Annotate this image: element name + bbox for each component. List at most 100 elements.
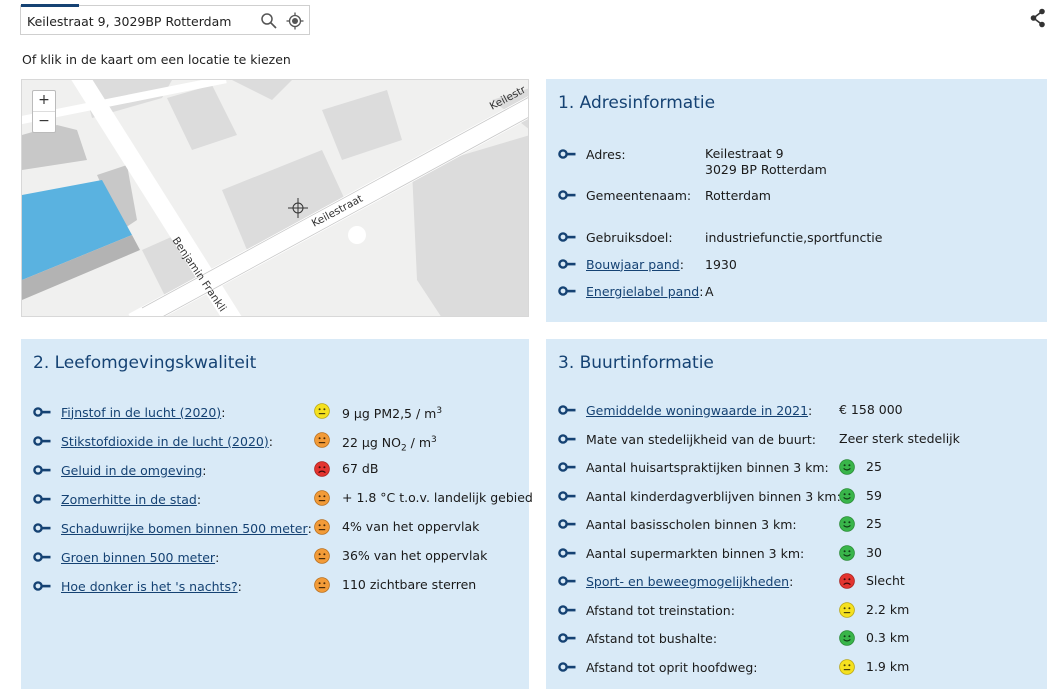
buurt-row-link[interactable]: Gemiddelde woningwaarde in 2021 <box>586 403 808 418</box>
rating-happy-green-icon <box>839 488 855 504</box>
buurt-row-link[interactable]: Sport- en beweegmogelijkheden <box>586 574 789 589</box>
map-view[interactable]: Keilestraat Keilestr Benjamin Frankli + … <box>21 79 529 317</box>
address-postcode: 3029 BP Rotterdam <box>705 162 827 177</box>
row-value: Rotterdam <box>705 188 771 203</box>
row-label: Adres: <box>586 146 626 162</box>
rating-happy-green-icon <box>839 630 855 646</box>
label-suffix: : <box>679 256 684 272</box>
value-part: 22 µg NO <box>342 435 401 451</box>
locate-button[interactable] <box>283 9 307 33</box>
address-search-input[interactable] <box>27 11 257 31</box>
rating-neutral-orange-icon <box>314 519 330 535</box>
buurt-row: Afstand tot treinstation: <box>558 600 735 620</box>
row-value: A <box>705 284 714 299</box>
bullet-icon <box>558 491 576 501</box>
row-value: industriefunctie,sportfunctie <box>705 230 883 245</box>
bullet-icon <box>33 407 51 417</box>
buurt-row-label: Afstand tot oprit hoofdweg: <box>586 659 758 675</box>
info-row-gemeente: Gemeentenaam: <box>558 185 691 205</box>
zoom-in-button[interactable]: + <box>33 91 55 111</box>
rating-neutral-yellow-icon <box>839 602 855 618</box>
info-row-gebruiksdoel: Gebruiksdoel: <box>558 227 673 247</box>
info-row-bouwjaar: Bouwjaar pand: <box>558 254 684 274</box>
rating-neutral-yellow-icon <box>839 659 855 675</box>
leef-row: Geluid in de omgeving: <box>33 460 207 480</box>
leef-row: Fijnstof in de lucht (2020): <box>33 402 225 422</box>
leef-row-link[interactable]: Geluid in de omgeving <box>61 463 202 478</box>
bullet-icon <box>558 190 576 200</box>
buurt-row: Afstand tot bushalte: <box>558 628 717 648</box>
buurt-row: Afstand tot oprit hoofdweg: <box>558 657 758 677</box>
leef-row-value: 22 µg NO2 / m3 <box>342 432 437 457</box>
neighbourhood-title: 3. Buurtinformatie <box>558 353 714 373</box>
rating-neutral-orange-icon <box>314 432 330 448</box>
leef-row-link[interactable]: Fijnstof in de lucht (2020) <box>61 405 221 420</box>
rating-neutral-orange-icon <box>314 577 330 593</box>
buurt-row-label: Aantal basisscholen binnen 3 km: <box>586 516 797 532</box>
rating-neutral-orange-icon <box>314 490 330 506</box>
rating-happy-green-icon <box>839 459 855 475</box>
buurt-row: Aantal huisartspraktijken binnen 3 km: <box>558 457 829 477</box>
value-part: 9 µg PM2,5 / m <box>342 406 437 422</box>
buurt-row: Mate van stedelijkheid van de buurt: <box>558 429 816 449</box>
label-suffix: : <box>307 520 312 536</box>
buurt-row: Sport- en beweegmogelijkheden: <box>558 571 793 591</box>
buurt-row-value: 1.9 km <box>866 659 910 674</box>
buurt-row-value: 30 <box>866 545 882 560</box>
rating-happy-green-icon <box>839 516 855 532</box>
address-street: Keilestraat 9 <box>705 146 784 161</box>
living-quality-panel: 2. Leefomgevingskwaliteit Fijnstof in de… <box>21 339 533 689</box>
label-suffix: : <box>789 573 794 589</box>
leef-row-value: 110 zichtbare sterren <box>342 577 476 593</box>
energielabel-link[interactable]: Energielabel pand <box>586 284 699 299</box>
leef-row-link[interactable]: Schaduwrijke bomen binnen 500 meter <box>61 521 308 536</box>
value-part: 110 zichtbare sterren <box>342 577 477 592</box>
leef-row: Schaduwrijke bomen binnen 500 meter: <box>33 518 312 538</box>
bullet-icon <box>558 259 576 269</box>
buurt-row-value: Slecht <box>866 573 905 588</box>
leef-row-value: 9 µg PM2,5 / m3 <box>342 403 442 422</box>
info-row-adres: Adres: <box>558 144 626 164</box>
bullet-icon <box>558 286 576 296</box>
leef-row: Groen binnen 500 meter: <box>33 547 219 567</box>
buurt-row-value: 25 <box>866 516 882 531</box>
leef-row-link[interactable]: Zomerhitte in de stad <box>61 492 197 507</box>
buurt-row-label: Mate van stedelijkheid van de buurt: <box>586 431 816 447</box>
buurt-row: Gemiddelde woningwaarde in 2021: <box>558 400 812 420</box>
bullet-icon <box>558 662 576 672</box>
buurt-row: Aantal basisscholen binnen 3 km: <box>558 514 797 534</box>
buurt-row-value: 25 <box>866 459 882 474</box>
map-hint-text: Of klik in de kaart om een locatie te ki… <box>22 52 291 67</box>
search-icon <box>261 13 277 29</box>
value-part: 67 dB <box>342 461 379 476</box>
row-value: 1930 <box>705 257 737 272</box>
leef-row-value: 4% van het oppervlak <box>342 519 479 535</box>
bouwjaar-link[interactable]: Bouwjaar pand <box>586 257 680 272</box>
buurt-row-label: Aantal huisartspraktijken binnen 3 km: <box>586 459 829 475</box>
share-button[interactable] <box>1030 8 1046 28</box>
value-part: + 1.8 °C t.o.v. landelijk gebied <box>342 490 533 505</box>
buurt-row-value: 0.3 km <box>866 630 910 645</box>
bullet-icon <box>558 462 576 472</box>
leef-row-link[interactable]: Groen binnen 500 meter <box>61 550 215 565</box>
rating-neutral-yellow-icon <box>314 403 330 419</box>
buurt-row-label: Aantal kinderdagverblijven binnen 3 km: <box>586 488 841 504</box>
address-search-box <box>20 4 310 35</box>
leef-row-link[interactable]: Stikstofdioxide in de lucht (2020) <box>61 434 269 449</box>
search-button[interactable] <box>257 9 281 33</box>
zoom-out-button[interactable]: − <box>33 111 55 132</box>
bullet-icon <box>558 519 576 529</box>
buurt-row-label: Aantal supermarkten binnen 3 km: <box>586 545 805 561</box>
leef-row-link[interactable]: Hoe donker is het 's nachts? <box>61 579 238 594</box>
label-suffix: : <box>215 549 220 565</box>
label-suffix: : <box>699 283 704 299</box>
bullet-icon <box>33 494 51 504</box>
buurt-row-value: 2.2 km <box>866 602 910 617</box>
leef-row-value: + 1.8 °C t.o.v. landelijk gebied <box>342 490 533 506</box>
bullet-icon <box>558 548 576 558</box>
bullet-icon <box>33 581 51 591</box>
map-canvas: Keilestraat Keilestr Benjamin Frankli <box>22 80 528 316</box>
bullet-icon <box>558 149 576 159</box>
value-part: 4% van het oppervlak <box>342 519 480 534</box>
leef-row-value: 67 dB <box>342 461 378 477</box>
